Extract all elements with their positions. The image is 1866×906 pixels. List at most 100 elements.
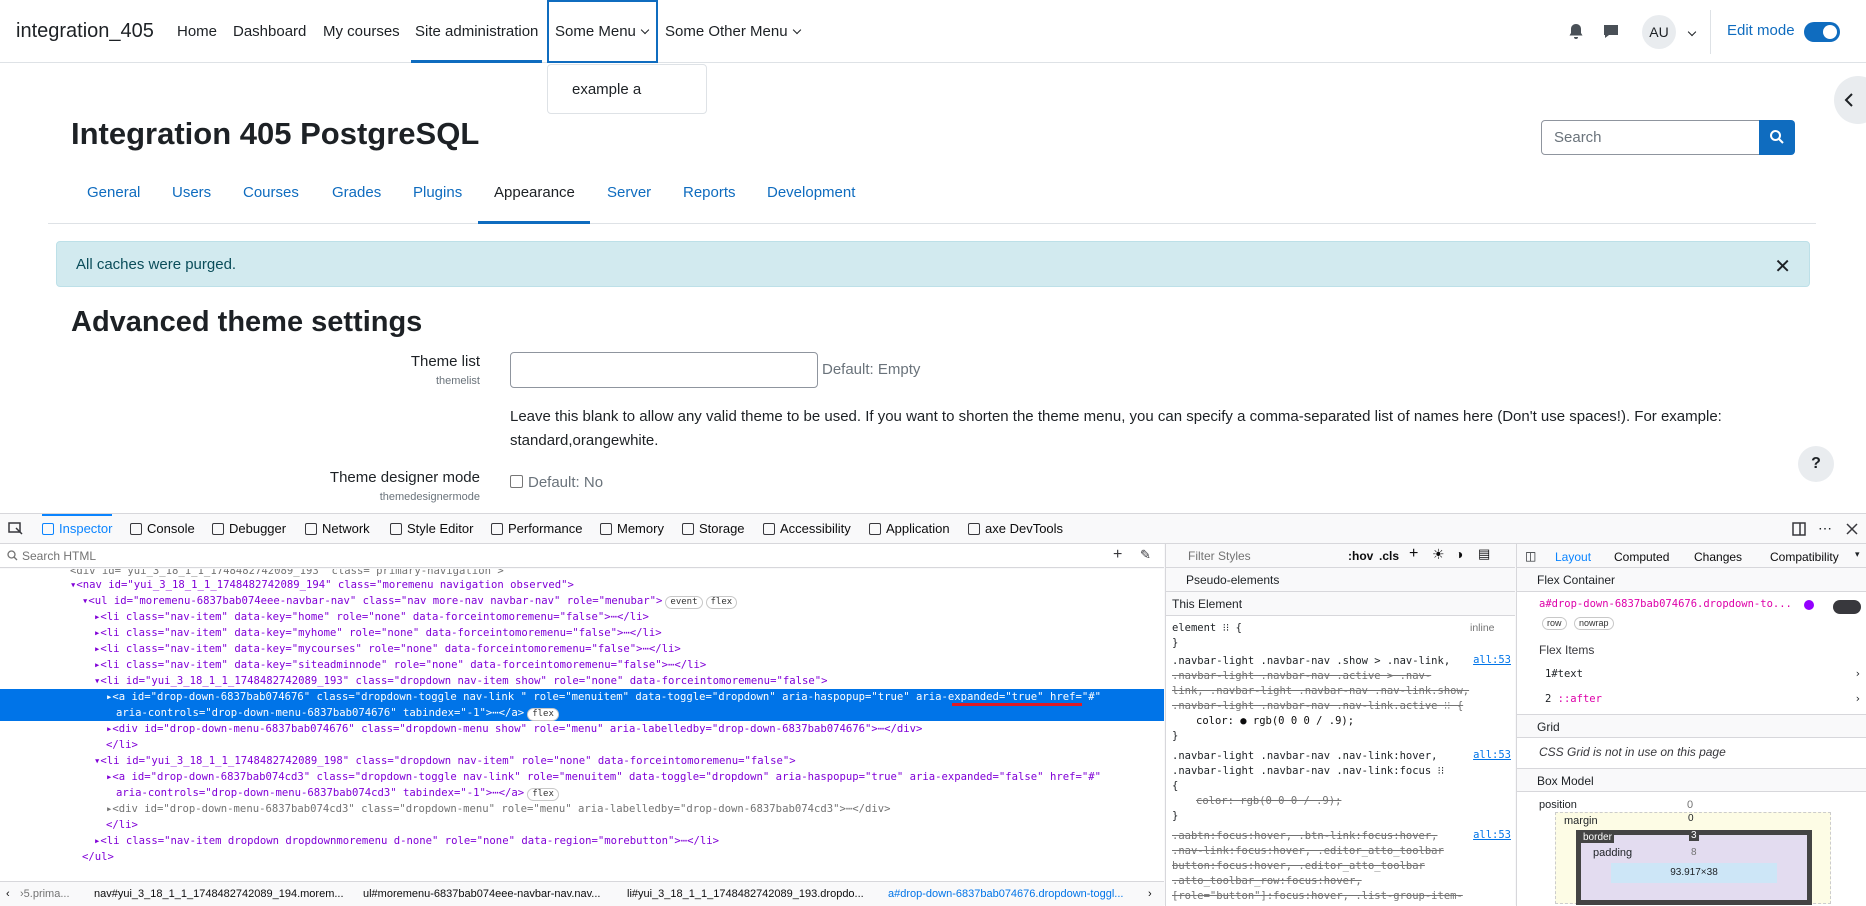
flex-overlay-color-swatch[interactable] [1804,600,1814,610]
rule-selector[interactable]: link, .navbar-light .navbar-nav .nav-lin… [1172,684,1469,699]
search-html-input[interactable]: Search HTML + ✎ [0,544,1164,568]
element-picker-icon[interactable] [8,522,24,536]
tab-changes[interactable]: Changes [1694,550,1742,564]
devtools-tab-memory[interactable]: Memory [600,514,664,544]
markup-line[interactable]: ▸<a id="drop-down-6837bab074cd3" class="… [0,769,1164,785]
flex-badge[interactable]: flex [527,708,559,721]
tab-computed[interactable]: Computed [1614,550,1669,564]
breadcrumb-item[interactable]: ›5.prima... [20,882,70,906]
rule-selector[interactable]: .atto_toolbar_row:focus:hover, [1172,874,1362,889]
markup-line[interactable]: ▾<nav id="yui_3_18_1_1_1748482742089_194… [0,577,1164,593]
rule-source-link[interactable]: all:53 [1473,829,1511,841]
rule-selector[interactable]: button:focus:hover, .editor_atto_toolbar [1172,859,1425,874]
flex-badge[interactable]: flex [705,596,738,609]
nav-site-administration[interactable]: Site administration [411,0,543,63]
crumb-scroll-right-icon[interactable]: › [1148,882,1152,906]
event-badge[interactable]: event [665,596,703,609]
toggle-sidebar-icon[interactable]: ◫ [1525,549,1536,563]
crumb-scroll-left-icon[interactable]: ‹ [6,882,10,906]
filter-styles-input[interactable]: Filter Styles :hov .cls + ☀ ◑ ▤ [1166,544,1515,568]
markup-line[interactable]: ▸<div id="drop-down-menu-6837bab074cd3" … [0,801,1164,817]
tab-courses[interactable]: Courses [243,175,299,224]
more-options-icon[interactable]: ⋯ [1818,520,1832,537]
rule-selector[interactable]: .nav-link:focus:hover, .editor_atto_tool… [1172,844,1444,859]
margin-top-value[interactable]: 0 [1688,813,1694,824]
tab-grades[interactable]: Grades [332,175,381,224]
css-declaration[interactable]: color: ● rgb(0 0 0 / .9); [1196,714,1354,729]
markup-line[interactable]: </li> [0,817,1164,833]
markup-line-selected[interactable]: aria-controls="drop-down-menu-6837bab074… [0,705,1164,721]
tab-compatibility[interactable]: Compatibility [1770,550,1839,564]
flexbox-highlighter-toggle[interactable] [1833,600,1861,614]
bell-icon[interactable] [1564,20,1588,44]
dropdown-item-example-a[interactable]: example a [572,81,641,98]
tab-users[interactable]: Users [172,175,211,224]
markup-line[interactable]: ▸<li class="nav-item" data-key="mycourse… [0,641,1164,657]
border-top-value[interactable]: 3 [1689,830,1699,841]
search-button[interactable] [1759,120,1795,155]
rule-source-link[interactable]: all:53 [1473,749,1511,761]
devtools-tab-inspector[interactable]: Inspector [42,514,113,544]
close-icon[interactable]: ✕ [1774,254,1791,279]
nav-some-other-menu[interactable]: Some Other Menu [661,0,804,63]
content-size[interactable]: 93.917×38 [1670,867,1718,878]
cls-toggle[interactable]: .cls [1379,549,1399,563]
user-avatar[interactable]: AU [1642,15,1676,49]
breadcrumb-item[interactable]: ul#moremenu-6837bab074eee-navbar-nav.nav… [363,882,600,906]
markup-line[interactable]: </ul> [0,849,1164,865]
rule-source-link[interactable]: all:53 [1473,654,1511,666]
markup-line[interactable]: aria-controls="drop-down-menu-6837bab074… [0,785,1164,801]
devtools-tab-accessibility[interactable]: Accessibility [763,514,851,544]
markup-line[interactable]: ▸<li class="nav-item" data-key="siteadmi… [0,657,1164,673]
devtools-tab-storage[interactable]: Storage [682,514,745,544]
markup-line[interactable]: ▾<li id="yui_3_18_1_1_1748482742089_193"… [0,673,1164,689]
edit-mode-toggle[interactable] [1804,22,1840,42]
theme-list-input[interactable] [510,352,818,388]
breadcrumb-item-selected[interactable]: a#drop-down-6837bab074676.dropdown-toggl… [888,882,1123,906]
devtools-tab-style-editor[interactable]: Style Editor [390,514,473,544]
theme-designer-checkbox[interactable] [510,475,523,488]
nav-dashboard[interactable]: Dashboard [229,0,310,63]
markup-line[interactable]: ▾<ul id="moremenu-6837bab074eee-navbar-n… [0,593,1164,609]
add-rule-icon[interactable]: + [1409,545,1418,563]
messages-icon[interactable] [1599,20,1623,44]
tab-appearance[interactable]: Appearance [478,175,590,224]
site-brand[interactable]: integration_405 [16,20,154,43]
rule-selector[interactable]: .navbar-light .navbar-nav .nav-link:focu… [1172,764,1444,779]
rule-selector[interactable]: .navbar-light .navbar-nav .nav-link.acti… [1172,699,1463,714]
grid-section[interactable]: Grid [1517,714,1866,738]
flex-badge[interactable]: flex [527,788,559,801]
devtools-tab-console[interactable]: Console [130,514,195,544]
devtools-tab-application[interactable]: Application [869,514,950,544]
help-button[interactable]: ? [1798,446,1834,482]
rule-selector[interactable]: .aabtn:focus:hover, .btn-link:focus:hove… [1172,829,1438,844]
drawer-toggle[interactable] [1834,76,1866,124]
rule-selector[interactable]: .navbar-light .navbar-nav .show > .nav-l… [1172,654,1450,669]
markup-line[interactable]: ▸<li class="nav-item" data-key="home" ro… [0,609,1164,625]
flex-container-section[interactable]: Flex Container [1517,568,1866,592]
breadcrumb-item[interactable]: li#yui_3_18_1_1_1748482742089_193.dropdo… [627,882,864,906]
tab-server[interactable]: Server [607,175,651,224]
hov-toggle[interactable]: :hov [1348,549,1373,563]
markup-line[interactable]: </li> [0,737,1164,753]
dark-theme-icon[interactable]: ◑ [1455,546,1463,562]
light-theme-icon[interactable]: ☀ [1432,546,1445,563]
tab-development[interactable]: Development [767,175,855,224]
rule-selector[interactable]: [role="button"]:focus:hover, .list-group… [1172,889,1463,904]
pseudo-elements-section[interactable]: Pseudo-elements [1166,568,1515,592]
nav-my-courses[interactable]: My courses [319,0,404,63]
flex-item-2[interactable]: 2 ::after › [1545,693,1861,705]
search-input[interactable]: Search [1541,120,1760,155]
flex-item-1[interactable]: 1#text › [1545,668,1861,680]
devtools-tab-debugger[interactable]: Debugger [212,514,286,544]
css-declaration[interactable]: color: rgb(0 0 0 / .9); [1196,794,1341,809]
markup-line[interactable]: ▾<li id="yui_3_18_1_1_1748482742089_198"… [0,753,1164,769]
tab-general[interactable]: General [87,175,140,224]
devtools-tab-axe[interactable]: axe DevTools [968,514,1063,544]
nav-some-menu[interactable]: Some Menu [547,0,658,63]
eyedropper-icon[interactable]: ✎ [1140,547,1151,563]
tab-plugins[interactable]: Plugins [413,175,462,224]
flex-container-target[interactable]: a#drop-down-6837bab074676.dropdown-to... [1539,598,1792,610]
devtools-tab-performance[interactable]: Performance [491,514,582,544]
markup-line[interactable]: ▸<div id="drop-down-menu-6837bab074676" … [0,721,1164,737]
